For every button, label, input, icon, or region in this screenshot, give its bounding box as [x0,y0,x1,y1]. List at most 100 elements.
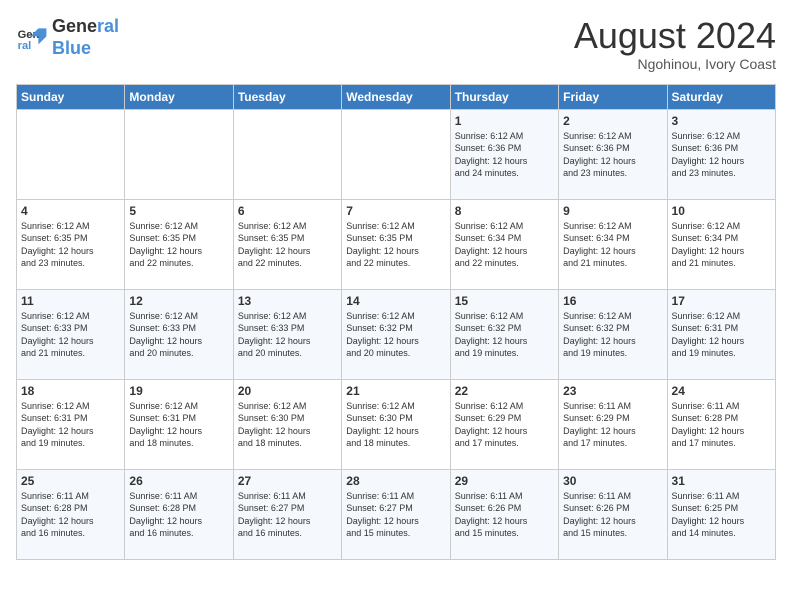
calendar-cell: 8 Sunrise: 6:12 AM Sunset: 6:34 PM Daylig… [450,199,558,289]
day-info: Sunrise: 6:11 AM Sunset: 6:28 PM Dayligh… [672,400,771,450]
calendar-cell: 20Sunrise: 6:12 AM Sunset: 6:30 PM Dayli… [233,379,341,469]
calendar-cell: 1Sunrise: 6:12 AM Sunset: 6:36 PM Daylig… [450,109,558,199]
day-number: 4 [21,204,120,218]
day-number: 9 [563,204,662,218]
day-info: Sunrise: 6:12 AM Sunset: 6:31 PM Dayligh… [21,400,120,450]
day-info: Sunrise: 6:11 AM Sunset: 6:25 PM Dayligh… [672,490,771,540]
day-info: Sunrise: 6:11 AM Sunset: 6:29 PM Dayligh… [563,400,662,450]
day-number: 21 [346,384,445,398]
day-info: Sunrise: 6:12 AM Sunset: 6:32 PM Dayligh… [455,310,554,360]
day-number: 7 [346,204,445,218]
day-info: Sunrise: 6:12 AM Sunset: 6:32 PM Dayligh… [563,310,662,360]
calendar-cell [233,109,341,199]
day-number: 30 [563,474,662,488]
day-number: 14 [346,294,445,308]
day-number: 24 [672,384,771,398]
header-monday: Monday [125,84,233,109]
logo: Gene ral General Blue [16,16,119,59]
calendar-cell: 25Sunrise: 6:11 AM Sunset: 6:28 PM Dayli… [17,469,125,559]
day-number: 5 [129,204,228,218]
calendar-cell: 15 Sunrise: 6:12 AM Sunset: 6:32 PM Dayli… [450,289,558,379]
calendar-cell: 6 Sunrise: 6:12 AM Sunset: 6:35 PM Daylig… [233,199,341,289]
calendar-cell: 27 Sunrise: 6:11 AM Sunset: 6:27 PM Dayli… [233,469,341,559]
calendar-subtitle: Ngohinou, Ivory Coast [574,56,776,72]
week-row-3: 18 Sunrise: 6:12 AM Sunset: 6:31 PM Dayli… [17,379,776,469]
day-number: 23 [563,384,662,398]
day-info: Sunrise: 6:12 AM Sunset: 6:36 PM Dayligh… [672,130,771,180]
day-info: Sunrise: 6:12 AM Sunset: 6:31 PM Dayligh… [672,310,771,360]
day-info: Sunrise: 6:12 AM Sunset: 6:34 PM Dayligh… [563,220,662,270]
week-row-1: 4 Sunrise: 6:12 AM Sunset: 6:35 PM Daylig… [17,199,776,289]
header-friday: Friday [559,84,667,109]
title-block: August 2024 Ngohinou, Ivory Coast [574,16,776,72]
day-number: 3 [672,114,771,128]
day-number: 18 [21,384,120,398]
day-info: Sunrise: 6:11 AM Sunset: 6:27 PM Dayligh… [346,490,445,540]
day-info: Sunrise: 6:11 AM Sunset: 6:27 PM Dayligh… [238,490,337,540]
day-number: 15 [455,294,554,308]
calendar-cell: 19Sunrise: 6:12 AM Sunset: 6:31 PM Dayli… [125,379,233,469]
calendar-cell: 23 Sunrise: 6:11 AM Sunset: 6:29 PM Dayli… [559,379,667,469]
day-number: 26 [129,474,228,488]
day-info: Sunrise: 6:12 AM Sunset: 6:31 PM Dayligh… [129,400,228,450]
day-number: 13 [238,294,337,308]
logo-text: General Blue [52,16,119,59]
day-number: 8 [455,204,554,218]
calendar-title: August 2024 [574,16,776,56]
day-info: Sunrise: 6:12 AM Sunset: 6:36 PM Dayligh… [563,130,662,180]
day-info: Sunrise: 6:11 AM Sunset: 6:28 PM Dayligh… [129,490,228,540]
svg-text:ral: ral [18,40,32,52]
calendar-cell: 29Sunrise: 6:11 AM Sunset: 6:26 PM Dayli… [450,469,558,559]
calendar-table: SundayMondayTuesdayWednesdayThursdayFrid… [16,84,776,560]
header-thursday: Thursday [450,84,558,109]
day-info: Sunrise: 6:12 AM Sunset: 6:35 PM Dayligh… [21,220,120,270]
calendar-cell: 2Sunrise: 6:12 AM Sunset: 6:36 PM Daylig… [559,109,667,199]
day-info: Sunrise: 6:12 AM Sunset: 6:32 PM Dayligh… [346,310,445,360]
day-info: Sunrise: 6:12 AM Sunset: 6:33 PM Dayligh… [238,310,337,360]
day-number: 25 [21,474,120,488]
day-info: Sunrise: 6:12 AM Sunset: 6:35 PM Dayligh… [129,220,228,270]
calendar-cell [17,109,125,199]
day-number: 17 [672,294,771,308]
day-number: 16 [563,294,662,308]
header-sunday: Sunday [17,84,125,109]
week-row-4: 25 Sunrise: 6:11 AM Sunset: 6:28 PM Dayli… [17,469,776,559]
calendar-cell: 30 Sunrise: 6:11 AM Sunset: 6:26 PM Dayli… [559,469,667,559]
day-number: 10 [672,204,771,218]
calendar-cell: 14 Sunrise: 6:12 AM Sunset: 6:32 PM Dayli… [342,289,450,379]
day-info: Sunrise: 6:11 AM Sunset: 6:26 PM Dayligh… [563,490,662,540]
calendar-cell: 24 Sunrise: 6:11 AM Sunset: 6:28 PM Dayli… [667,379,775,469]
calendar-cell: 7 Sunrise: 6:12 AM Sunset: 6:35 PM Daylig… [342,199,450,289]
calendar-cell: 22 Sunrise: 6:12 AM Sunset: 6:29 PM Dayli… [450,379,558,469]
day-number: 12 [129,294,228,308]
calendar-cell [342,109,450,199]
calendar-cell: 9 Sunrise: 6:12 AM Sunset: 6:34 PM Daylig… [559,199,667,289]
day-info: Sunrise: 6:12 AM Sunset: 6:35 PM Dayligh… [238,220,337,270]
calendar-cell [125,109,233,199]
calendar-cell: 18 Sunrise: 6:12 AM Sunset: 6:31 PM Dayli… [17,379,125,469]
day-info: Sunrise: 6:12 AM Sunset: 6:33 PM Dayligh… [21,310,120,360]
calendar-cell: 16 Sunrise: 6:12 AM Sunset: 6:32 PM Dayli… [559,289,667,379]
day-info: Sunrise: 6:12 AM Sunset: 6:34 PM Dayligh… [455,220,554,270]
day-info: Sunrise: 6:12 AM Sunset: 6:29 PM Dayligh… [455,400,554,450]
day-number: 6 [238,204,337,218]
calendar-cell: 21 Sunrise: 6:12 AM Sunset: 6:30 PM Dayli… [342,379,450,469]
logo-icon: Gene ral [16,22,48,54]
day-info: Sunrise: 6:12 AM Sunset: 6:36 PM Dayligh… [455,130,554,180]
calendar-cell: 17 Sunrise: 6:12 AM Sunset: 6:31 PM Dayli… [667,289,775,379]
header-saturday: Saturday [667,84,775,109]
calendar-cell: 26 Sunrise: 6:11 AM Sunset: 6:28 PM Dayli… [125,469,233,559]
calendar-cell: 13 Sunrise: 6:12 AM Sunset: 6:33 PM Dayli… [233,289,341,379]
calendar-cell: 31Sunrise: 6:11 AM Sunset: 6:25 PM Dayli… [667,469,775,559]
page-header: Gene ral General Blue August 2024 Ngohin… [16,16,776,72]
calendar-cell: 10Sunrise: 6:12 AM Sunset: 6:34 PM Dayli… [667,199,775,289]
header-tuesday: Tuesday [233,84,341,109]
calendar-cell: 11Sunrise: 6:12 AM Sunset: 6:33 PM Dayli… [17,289,125,379]
header-wednesday: Wednesday [342,84,450,109]
day-info: Sunrise: 6:12 AM Sunset: 6:35 PM Dayligh… [346,220,445,270]
day-info: Sunrise: 6:12 AM Sunset: 6:30 PM Dayligh… [346,400,445,450]
calendar-header-row: SundayMondayTuesdayWednesdayThursdayFrid… [17,84,776,109]
day-number: 20 [238,384,337,398]
day-number: 27 [238,474,337,488]
day-number: 22 [455,384,554,398]
